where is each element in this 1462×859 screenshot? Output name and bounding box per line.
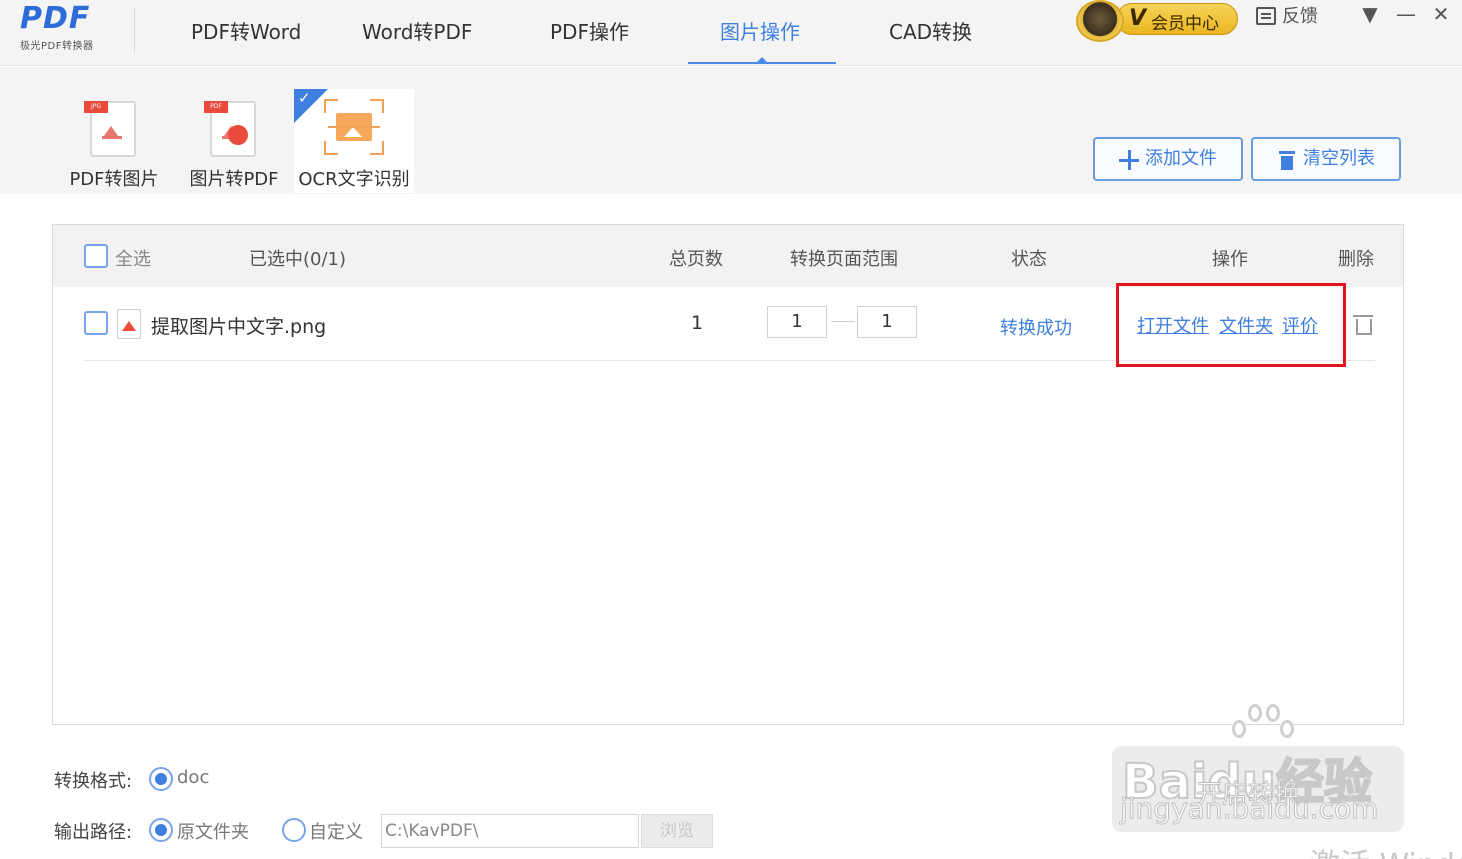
file-name: 提取图片中文字.png	[151, 316, 327, 338]
tool-image-to-pdf[interactable]: PDF 图片转PDF	[174, 89, 294, 193]
output-custom-radio[interactable]	[282, 818, 306, 842]
app-logo: PDF 极光PDF转换器	[20, 4, 110, 56]
tab-image-operations[interactable]: 图片操作	[720, 16, 800, 46]
ocr-scan-icon	[324, 99, 384, 155]
avatar	[1076, 0, 1124, 42]
output-original-label[interactable]: 原文件夹	[177, 818, 249, 844]
minimize-icon[interactable]: —	[1393, 2, 1419, 26]
clear-list-button[interactable]: 清空列表	[1251, 137, 1401, 181]
feedback-icon	[1256, 7, 1276, 25]
vip-center-label: 会员中心	[1151, 14, 1219, 34]
watermark-url: jingyan.baidu.com	[1119, 792, 1379, 826]
column-header-pages: 总页数	[669, 249, 723, 270]
range-separator	[831, 321, 855, 322]
tool-label: OCR文字识别	[298, 169, 410, 190]
add-file-button[interactable]: 添加文件	[1093, 137, 1243, 181]
app-window: PDF 极光PDF转换器 PDF转Word Word转PDF PDF操作 图片操…	[0, 0, 1462, 859]
menu-dropdown-icon[interactable]: ▼	[1357, 2, 1383, 26]
column-header-status: 状态	[1011, 249, 1047, 270]
plus-icon	[1119, 150, 1139, 170]
select-all-checkbox[interactable]	[84, 244, 108, 268]
format-label: 转换格式:	[54, 771, 133, 792]
column-header-delete: 删除	[1338, 249, 1374, 270]
active-tab-caret-icon	[756, 57, 768, 63]
jpg-tag: JPG	[84, 101, 108, 113]
browse-button[interactable]: 浏览	[641, 814, 713, 848]
image-to-pdf-icon: PDF	[204, 101, 256, 157]
close-icon[interactable]: ✕	[1428, 2, 1454, 26]
vip-pill: V 会员中心	[1116, 3, 1238, 35]
feedback-button[interactable]: 反馈	[1256, 2, 1318, 27]
tool-label: PDF转图片	[69, 169, 159, 190]
clear-list-label: 清空列表	[1303, 148, 1375, 169]
logo-mark: PDF	[20, 1, 91, 36]
page-count: 1	[691, 312, 704, 334]
top-navigation-bar: PDF 极光PDF转换器 PDF转Word Word转PDF PDF操作 图片操…	[0, 0, 1462, 66]
tab-word-to-pdf[interactable]: Word转PDF	[362, 16, 472, 46]
logo-subtitle: 极光PDF转换器	[20, 41, 94, 52]
column-header-operation: 操作	[1212, 249, 1248, 270]
check-mark-icon: ✓	[298, 89, 311, 107]
select-all-label[interactable]: 全选	[115, 245, 151, 271]
trash-icon	[1279, 151, 1295, 170]
tool-ocr[interactable]: ✓ OCR文字识别	[294, 89, 414, 193]
tab-pdf-to-word[interactable]: PDF转Word	[191, 16, 301, 46]
column-header-range: 转换页面范围	[790, 249, 898, 270]
tool-strip: JPG PDF转图片 PDF 图片转PDF ✓ OCR文字识别 添加文件 清空列…	[0, 67, 1462, 194]
pdf-to-image-icon: JPG	[84, 101, 136, 157]
row-checkbox[interactable]	[84, 311, 108, 335]
activate-windows-text: 激活 Windo	[1310, 840, 1462, 859]
tool-pdf-to-image[interactable]: JPG PDF转图片	[54, 89, 174, 193]
operation-highlight-box	[1116, 283, 1346, 367]
delete-row-icon[interactable]	[1353, 315, 1373, 335]
output-path-label: 输出路径:	[54, 822, 133, 843]
range-from-input[interactable]: 1	[767, 306, 827, 338]
png-file-icon	[117, 309, 141, 339]
vip-v-icon: V	[1129, 6, 1147, 31]
format-doc-radio[interactable]	[149, 767, 173, 791]
tab-cad-convert[interactable]: CAD转换	[889, 16, 972, 46]
selected-count: 已选中(0/1)	[249, 249, 347, 270]
feedback-label: 反馈	[1282, 6, 1318, 27]
range-to-input[interactable]: 1	[857, 306, 917, 338]
baidu-jingyan-watermark: Baidu经验 开店转换 jingyan.baidu.com	[1112, 690, 1404, 832]
pdf-tag: PDF	[204, 101, 228, 113]
output-path-field[interactable]: C:\KavPDF\	[381, 814, 639, 848]
format-doc-label[interactable]: doc	[177, 767, 209, 788]
output-custom-label[interactable]: 自定义	[309, 818, 363, 844]
tool-label: 图片转PDF	[189, 169, 279, 190]
image-badge-icon	[228, 125, 248, 145]
status-badge: 转换成功	[1000, 318, 1072, 339]
tab-pdf-operations[interactable]: PDF操作	[550, 16, 629, 46]
table-header: 全选 已选中(0/1) 总页数 转换页面范围 状态 操作 删除	[53, 225, 1403, 287]
add-file-label: 添加文件	[1145, 148, 1217, 169]
logo-divider	[134, 8, 135, 54]
output-original-radio[interactable]	[149, 818, 173, 842]
vip-center-button[interactable]: V 会员中心	[1076, 0, 1238, 42]
